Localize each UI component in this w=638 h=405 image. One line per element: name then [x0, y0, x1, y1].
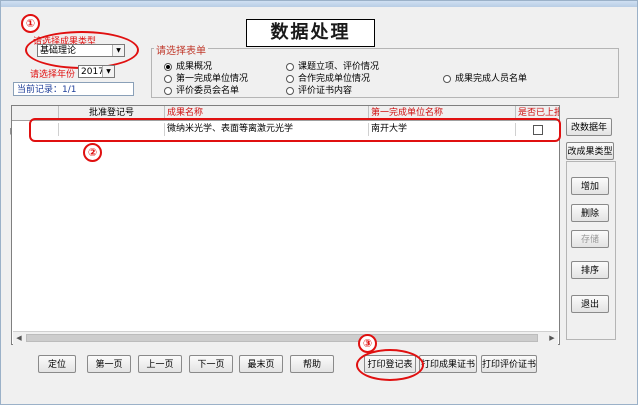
- exit-button[interactable]: 退出: [571, 295, 609, 313]
- type-select-value: 基础理论: [40, 46, 77, 56]
- radio-dot[interactable]: [286, 62, 294, 71]
- page-title: 数据处理: [246, 19, 375, 47]
- delete-button[interactable]: 删除: [571, 204, 609, 222]
- annotation-2: ②: [83, 143, 102, 162]
- help-button[interactable]: 帮助: [290, 355, 334, 373]
- save-button[interactable]: 存储: [571, 230, 609, 248]
- current-record: 当前记录：1/1: [13, 82, 134, 96]
- prev-page-button[interactable]: 上一页: [138, 355, 182, 373]
- chevron-down-icon[interactable]: ▼: [102, 66, 114, 77]
- radio-label: 成果完成人员名单: [455, 74, 528, 84]
- annotation-ellipse-2: [29, 118, 561, 142]
- scroll-right-icon[interactable]: ▶: [546, 333, 558, 344]
- print-certificate-button[interactable]: 打印成果证书: [419, 355, 477, 373]
- scroll-left-icon[interactable]: ◀: [13, 333, 25, 344]
- annotation-1: ①: [21, 14, 40, 33]
- radio-dot[interactable]: [164, 74, 172, 83]
- radio-label: 评价证书内容: [298, 86, 353, 96]
- radio-dot[interactable]: [164, 62, 172, 71]
- sort-button[interactable]: 排序: [571, 261, 609, 279]
- annotation-ellipse-3: [356, 349, 424, 381]
- chevron-down-icon[interactable]: ▼: [112, 45, 124, 56]
- change-year-button[interactable]: 改数据年: [566, 118, 612, 136]
- radio-dot[interactable]: [164, 86, 172, 95]
- add-button[interactable]: 增加: [571, 177, 609, 195]
- radio-form-personnel[interactable]: 成果完成人员名单: [443, 71, 527, 84]
- radio-dot[interactable]: [286, 74, 294, 83]
- form-select-legend: 请选择表单: [154, 42, 208, 57]
- radio-form-certificate[interactable]: 评价证书内容: [286, 83, 352, 96]
- radio-dot[interactable]: [443, 74, 451, 83]
- horizontal-scrollbar[interactable]: ◀ ▶: [13, 331, 558, 345]
- print-eval-button[interactable]: 打印评价证书: [481, 355, 537, 373]
- locate-button[interactable]: 定位: [38, 355, 76, 373]
- radio-dot[interactable]: [286, 86, 294, 95]
- last-page-button[interactable]: 最末页: [239, 355, 283, 373]
- radio-label: 评价委员会名单: [176, 86, 240, 96]
- first-page-button[interactable]: 第一页: [87, 355, 131, 373]
- change-type-button[interactable]: 改成果类型: [566, 142, 614, 160]
- scroll-thumb[interactable]: [26, 334, 538, 342]
- year-select-value: 2017: [81, 67, 104, 77]
- app-window: ① 请选择成果类型 基础理论 ▼ 请选择年份 2017 ▼ 当前记录：1/1 数…: [0, 0, 638, 405]
- type-select[interactable]: 基础理论 ▼: [37, 44, 125, 57]
- year-select-label: 请选择年份: [30, 70, 76, 80]
- next-page-button[interactable]: 下一页: [189, 355, 233, 373]
- title-bar: [1, 1, 637, 7]
- radio-form-committee[interactable]: 评价委员会名单: [164, 83, 239, 96]
- year-select[interactable]: 2017 ▼: [78, 65, 115, 78]
